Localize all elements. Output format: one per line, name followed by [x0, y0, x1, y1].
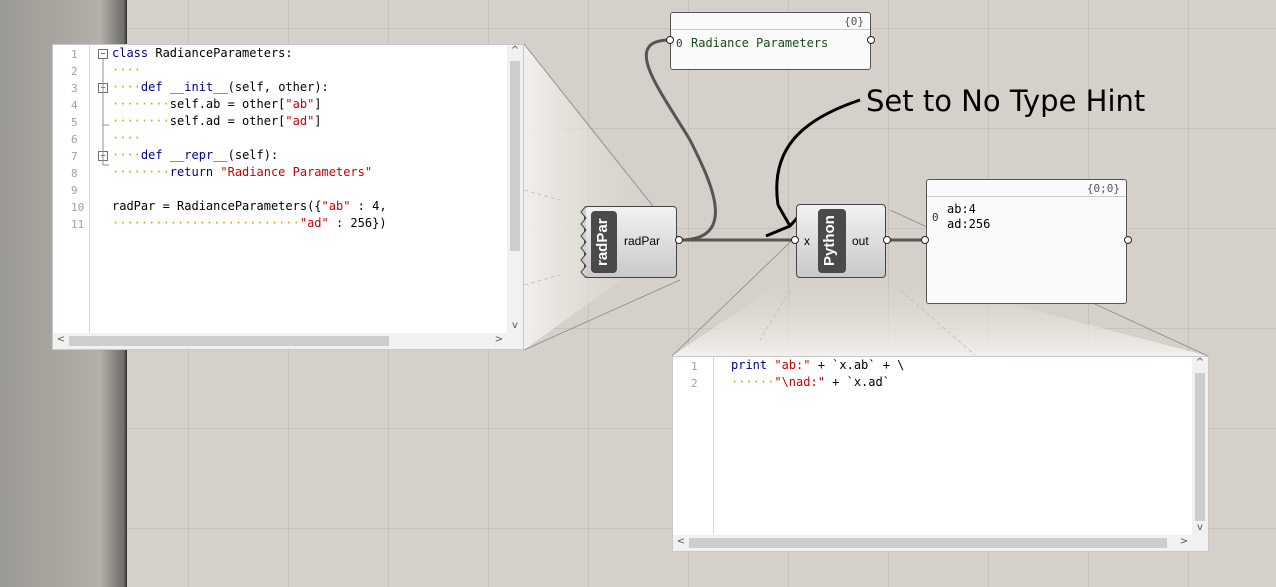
- output-param-out[interactable]: out: [852, 234, 869, 248]
- scroll-thumb[interactable]: [69, 336, 389, 346]
- line-number: 7: [71, 150, 78, 163]
- line-number: 9: [71, 184, 78, 197]
- vertical-scrollbar[interactable]: ^ v: [1192, 357, 1208, 535]
- panel-output-grip[interactable]: [1124, 236, 1132, 244]
- code-line-10: radPar = RadianceParameters({"ab" : 4,: [112, 199, 387, 213]
- code-line-2: ······"\nad:" + `x.ad`: [731, 375, 890, 389]
- panel-path: {0;0}: [927, 180, 1126, 197]
- code-line-1: print "ab:" + `x.ab` + \: [731, 358, 905, 372]
- annotation-label: Set to No Type Hint: [866, 84, 1146, 118]
- code-line-1: class RadianceParameters:: [112, 46, 293, 60]
- zoom-shade-left: [524, 44, 676, 350]
- python-input-grip[interactable]: [791, 236, 799, 244]
- panel-path: {0}: [671, 13, 870, 30]
- scroll-up-arrow[interactable]: ^: [509, 45, 521, 56]
- scroll-thumb[interactable]: [510, 61, 520, 251]
- scroll-down-arrow[interactable]: v: [509, 320, 521, 331]
- panel-input-grip[interactable]: [666, 36, 674, 44]
- code-line-7: ····def __repr__(self):: [112, 148, 279, 162]
- vertical-scrollbar[interactable]: ^ v: [507, 45, 523, 333]
- panel-value-line: ab:4: [947, 202, 976, 216]
- line-number-gutter: 1 2: [673, 357, 714, 535]
- code-editor-radpar[interactable]: 1 2 3 4 5 6 7 8 9 10 11 − − − class Radi…: [52, 44, 524, 350]
- line-number: 2: [691, 377, 698, 390]
- annotation-arrow: [775, 98, 861, 206]
- horizontal-scrollbar[interactable]: < >: [53, 333, 523, 349]
- line-number: 4: [71, 99, 78, 112]
- line-number: 1: [71, 48, 78, 61]
- component-name: Python: [818, 209, 846, 273]
- output-param-label: radPar: [624, 234, 661, 248]
- panel-index: 0: [676, 37, 683, 50]
- code-line-11: ··························"ad" : 256}): [112, 216, 387, 230]
- scroll-left-arrow[interactable]: <: [675, 536, 687, 547]
- panel-index: 0: [932, 211, 939, 224]
- scroll-left-arrow[interactable]: <: [55, 334, 67, 345]
- input-param-x[interactable]: x: [804, 234, 810, 248]
- code-line-8: ········return "Radiance Parameters": [112, 165, 373, 179]
- line-number: 3: [71, 82, 78, 95]
- scroll-up-arrow[interactable]: ^: [1194, 357, 1206, 368]
- line-number: 6: [71, 133, 78, 146]
- code-line-3: ····def __init__(self, other):: [112, 80, 329, 94]
- component-python[interactable]: x Python out: [796, 204, 886, 278]
- code-editor-python[interactable]: 1 2 print "ab:" + `x.ab` + \ ······"\nad…: [672, 356, 1209, 552]
- line-number: 2: [71, 65, 78, 78]
- line-number: 8: [71, 167, 78, 180]
- panel-radiance-parameters[interactable]: {0} 0 Radiance Parameters: [670, 12, 871, 70]
- code-line-5: ········self.ad = other["ad"]: [112, 114, 322, 128]
- panel-python-output[interactable]: {0;0} 0 ab:4 ad:256: [926, 179, 1127, 304]
- horizontal-scrollbar[interactable]: < >: [673, 535, 1208, 551]
- code-line-2: ····: [112, 63, 141, 77]
- code-line-4: ········self.ab = other["ab"]: [112, 97, 322, 111]
- scroll-right-arrow[interactable]: >: [1178, 536, 1190, 547]
- line-number: 10: [71, 201, 85, 214]
- scroll-thumb[interactable]: [689, 538, 1167, 548]
- panel-output-grip[interactable]: [867, 36, 875, 44]
- panel-input-grip[interactable]: [921, 236, 929, 244]
- scroll-down-arrow[interactable]: v: [1194, 522, 1206, 533]
- scroll-right-arrow[interactable]: >: [493, 334, 505, 345]
- component-radpar[interactable]: radPar radPar: [584, 206, 677, 278]
- line-number-gutter: 1 2 3 4 5 6 7 8 9 10 11: [53, 45, 90, 333]
- jagged-edge-icon: [580, 206, 587, 278]
- panel-value: Radiance Parameters: [691, 36, 829, 50]
- python-output-grip[interactable]: [883, 236, 891, 244]
- panel-value-line: ad:256: [947, 217, 991, 231]
- radpar-output-grip[interactable]: [675, 236, 683, 244]
- line-number: 1: [691, 360, 698, 373]
- line-number: 5: [71, 116, 78, 129]
- code-line-6: ····: [112, 131, 141, 145]
- scroll-thumb[interactable]: [1195, 373, 1205, 521]
- line-number: 11: [71, 218, 85, 231]
- component-name: radPar: [591, 211, 617, 273]
